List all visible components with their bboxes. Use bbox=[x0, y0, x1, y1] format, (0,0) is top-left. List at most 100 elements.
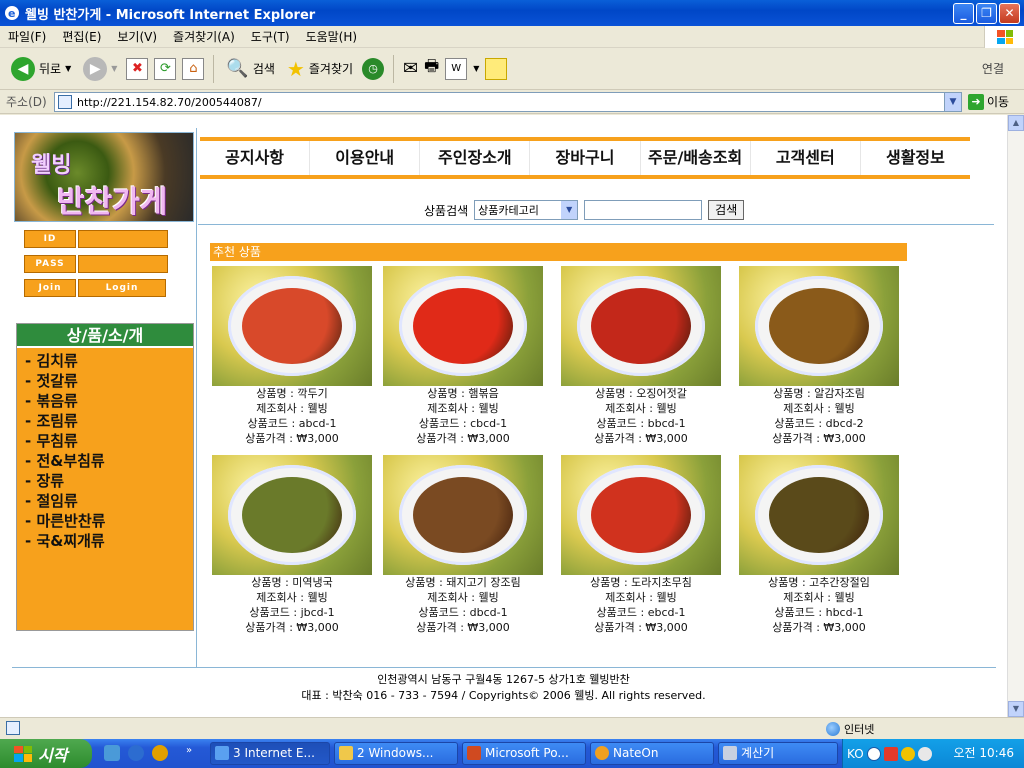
product-name: 상품명 : 햄볶음 bbox=[427, 387, 499, 400]
smiley-icon[interactable] bbox=[900, 746, 915, 761]
category-jorim[interactable]: - 조림류 bbox=[25, 411, 193, 431]
chevron-down-icon[interactable]: ▼ bbox=[944, 93, 961, 111]
messenger-icon[interactable] bbox=[485, 57, 508, 80]
chevron-down-icon[interactable]: ▼ bbox=[473, 64, 479, 73]
site-logo[interactable]: 웰빙 반찬가게 bbox=[14, 132, 194, 222]
nav-order[interactable]: 주문/배송조회 bbox=[639, 141, 750, 175]
id-input[interactable] bbox=[78, 230, 168, 248]
favorites-button[interactable]: ★ 즐겨찾기 bbox=[284, 54, 356, 84]
go-label: 이동 bbox=[987, 95, 1010, 109]
scroll-up-icon[interactable]: ▲ bbox=[1008, 115, 1024, 131]
menu-view[interactable]: 보기(V) bbox=[109, 28, 165, 45]
forward-button[interactable]: ▶ ▼ bbox=[80, 54, 120, 84]
task-windows[interactable]: 2 Windows... bbox=[334, 742, 458, 765]
edit-icon[interactable]: W bbox=[445, 57, 468, 80]
quicklaunch-ie-icon[interactable] bbox=[128, 745, 144, 761]
star-icon: ★ bbox=[286, 56, 305, 81]
category-kimchi[interactable]: - 김치류 bbox=[25, 351, 193, 371]
menu-help[interactable]: 도움말(H) bbox=[298, 28, 366, 45]
product-card[interactable]: 상품명 : 돼지고기 장조림 제조회사 : 웰빙 상품코드 : dbcd-1 상… bbox=[383, 455, 543, 635]
category-jeon[interactable]: - 전&부침류 bbox=[25, 451, 193, 471]
product-photo[interactable] bbox=[561, 455, 721, 575]
ie-icon bbox=[215, 746, 229, 760]
home-icon[interactable]: ⌂ bbox=[182, 57, 205, 80]
category-jang[interactable]: - 장류 bbox=[25, 471, 193, 491]
quicklaunch-messenger-icon[interactable] bbox=[152, 745, 168, 761]
volume-icon[interactable] bbox=[917, 746, 932, 761]
product-maker: 제조회사 : 웰빙 bbox=[783, 591, 855, 604]
category-dried[interactable]: - 마른반찬류 bbox=[25, 511, 193, 531]
nav-notice[interactable]: 공지사항 bbox=[200, 141, 309, 175]
powerpoint-icon bbox=[467, 746, 481, 760]
nav-living[interactable]: 생활정보 bbox=[859, 141, 970, 175]
refresh-icon[interactable]: ⟳ bbox=[154, 57, 177, 80]
login-button[interactable]: Login bbox=[78, 279, 166, 297]
vertical-scrollbar[interactable]: ▲ ▼ bbox=[1007, 115, 1024, 717]
nav-cart[interactable]: 장바구니 bbox=[529, 141, 639, 175]
product-photo[interactable] bbox=[212, 266, 372, 386]
login-pass-row: PASS bbox=[24, 255, 168, 273]
start-button[interactable]: 시작 bbox=[0, 739, 92, 768]
task-nateon[interactable]: NateOn bbox=[590, 742, 714, 765]
nav-support[interactable]: 고객센터 bbox=[749, 141, 860, 175]
product-card[interactable]: 상품명 : 도라지초무침 제조회사 : 웰빙 상품코드 : ebcd-1 상품가… bbox=[561, 455, 721, 635]
product-card[interactable]: 상품명 : 고추간장절임 제조회사 : 웰빙 상품코드 : hbcd-1 상품가… bbox=[739, 455, 899, 635]
back-label: 뒤로 bbox=[39, 62, 62, 76]
product-card[interactable]: 상품명 : 깍두기 제조회사 : 웰빙 상품코드 : abcd-1 상품가격 :… bbox=[212, 266, 372, 446]
search-button[interactable]: 🔍 검색 bbox=[223, 54, 278, 84]
category-jeolim[interactable]: - 절임류 bbox=[25, 491, 193, 511]
history-icon[interactable]: ◷ bbox=[362, 57, 385, 80]
chevron-left-icon[interactable] bbox=[866, 746, 881, 761]
menu-favorites[interactable]: 즐겨찾기(A) bbox=[165, 28, 243, 45]
search-button[interactable]: 검색 bbox=[708, 200, 745, 220]
back-button[interactable]: ◀ 뒤로 ▼ bbox=[8, 54, 74, 84]
task-powerpoint[interactable]: Microsoft Po... bbox=[462, 742, 586, 765]
minimize-button[interactable]: _ bbox=[953, 3, 974, 24]
task-calculator[interactable]: 계산기 bbox=[718, 742, 838, 765]
category-muchim[interactable]: - 무침류 bbox=[25, 431, 193, 451]
tray-app-icon[interactable] bbox=[883, 746, 898, 761]
category-bokkeum[interactable]: - 볶음류 bbox=[25, 391, 193, 411]
site-nav: 공지사항 이용안내 주인장소개 장바구니 주문/배송조회 고객센터 생활정보 bbox=[200, 137, 970, 179]
go-button[interactable]: ➜ 이동 bbox=[968, 93, 1009, 110]
category-jeotgal[interactable]: - 젓갈류 bbox=[25, 371, 193, 391]
product-card[interactable]: 상품명 : 오징어젓갈 제조회사 : 웰빙 상품코드 : bbcd-1 상품가격… bbox=[561, 266, 721, 446]
product-name: 상품명 : 알감자조림 bbox=[773, 387, 865, 400]
toolbar: ◀ 뒤로 ▼ ▶ ▼ ✖ ⟳ ⌂ 🔍 검색 ★ 즐겨찾기 ◷ ✉ 🖶 W ▼ bbox=[0, 48, 1024, 90]
address-input[interactable]: http://221.154.82.70/200544087/ ▼ bbox=[54, 92, 962, 112]
chevron-right-icon[interactable]: » bbox=[186, 745, 192, 756]
pass-input[interactable] bbox=[78, 255, 168, 273]
links-label[interactable]: 연결 bbox=[982, 60, 1004, 77]
product-card[interactable]: 상품명 : 알감자조림 제조회사 : 웰빙 상품코드 : dbcd-2 상품가격… bbox=[739, 266, 899, 446]
menu-tools[interactable]: 도구(T) bbox=[243, 28, 298, 45]
product-photo[interactable] bbox=[739, 266, 899, 386]
maximize-button[interactable]: ❐ bbox=[976, 3, 997, 24]
stop-icon[interactable]: ✖ bbox=[126, 57, 149, 80]
window-title: 웰빙 반찬가게 - Microsoft Internet Explorer bbox=[25, 7, 316, 23]
nav-guide[interactable]: 이용안내 bbox=[309, 141, 419, 175]
nav-owner[interactable]: 주인장소개 bbox=[419, 141, 529, 175]
menu-edit[interactable]: 편집(E) bbox=[54, 28, 109, 45]
join-button[interactable]: Join bbox=[24, 279, 76, 297]
search-input[interactable] bbox=[584, 200, 703, 220]
ie-icon: e bbox=[4, 5, 20, 21]
scroll-down-icon[interactable]: ▼ bbox=[1008, 701, 1024, 717]
task-internet-explorer[interactable]: 3 Internet E... bbox=[210, 742, 330, 765]
mail-icon[interactable]: ✉ bbox=[403, 58, 418, 79]
login-id-row: ID bbox=[24, 230, 168, 248]
category-select[interactable]: 상품카테고리 ▼ bbox=[474, 200, 579, 220]
close-button[interactable]: ✕ bbox=[999, 3, 1020, 24]
category-soup[interactable]: - 국&찌개류 bbox=[25, 531, 193, 551]
product-photo[interactable] bbox=[383, 266, 543, 386]
product-photo[interactable] bbox=[561, 266, 721, 386]
product-card[interactable]: 상품명 : 미역냉국 제조회사 : 웰빙 상품코드 : jbcd-1 상품가격 … bbox=[212, 455, 372, 635]
product-card[interactable]: 상품명 : 햄볶음 제조회사 : 웰빙 상품코드 : cbcd-1 상품가격 :… bbox=[383, 266, 543, 446]
product-photo[interactable] bbox=[383, 455, 543, 575]
product-photo[interactable] bbox=[212, 455, 372, 575]
print-icon[interactable]: 🖶 bbox=[424, 55, 439, 82]
language-indicator[interactable]: KO bbox=[847, 747, 864, 761]
quicklaunch-desktop-icon[interactable] bbox=[104, 745, 120, 761]
product-photo[interactable] bbox=[739, 455, 899, 575]
product-search: 상품검색 상품카테고리 ▼ 검색 bbox=[424, 200, 745, 220]
menu-file[interactable]: 파일(F) bbox=[0, 28, 54, 45]
